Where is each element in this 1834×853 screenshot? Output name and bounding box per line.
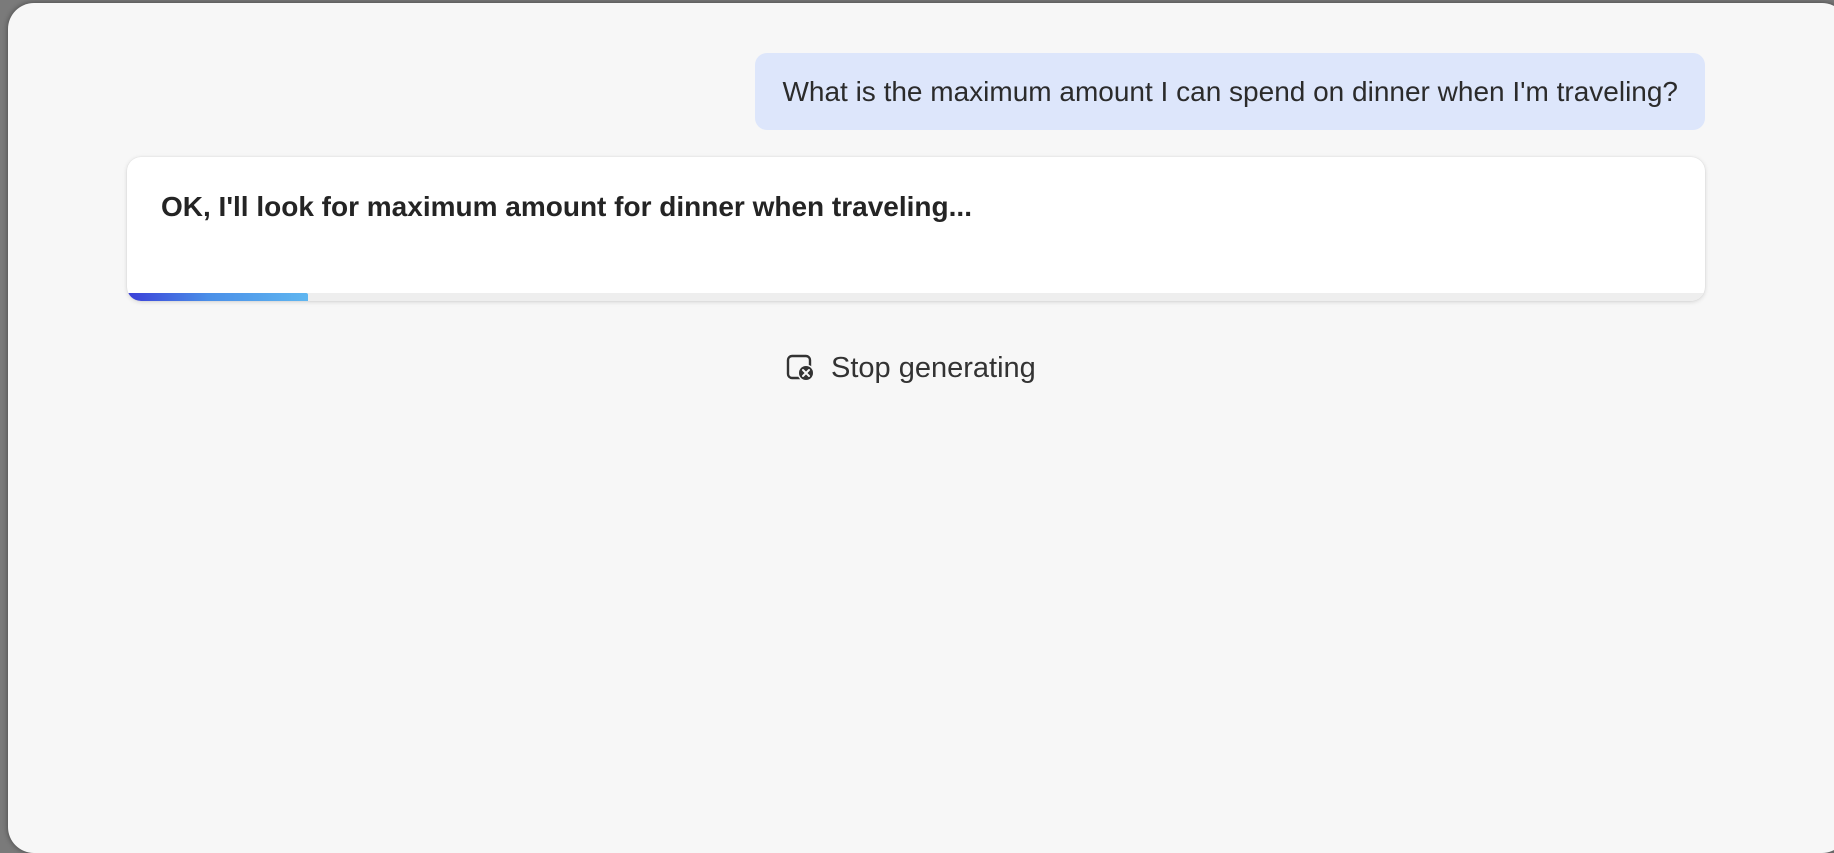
progress-bar	[127, 293, 1705, 301]
chat-pane: What is the maximum amount I can spend o…	[0, 0, 1834, 839]
user-message-text: What is the maximum amount I can spend o…	[782, 75, 1678, 107]
stop-generating-label: Stop generating	[831, 351, 1036, 384]
stop-generating-icon	[785, 352, 817, 384]
progress-bar-fill	[127, 293, 309, 301]
user-message-bubble: What is the maximum amount I can spend o…	[755, 53, 1705, 130]
assistant-response-card: OK, I'll look for maximum amount for din…	[127, 157, 1705, 301]
assistant-status-text: OK, I'll look for maximum amount for din…	[161, 191, 972, 222]
stop-generating-button[interactable]: Stop generating	[785, 348, 1036, 388]
